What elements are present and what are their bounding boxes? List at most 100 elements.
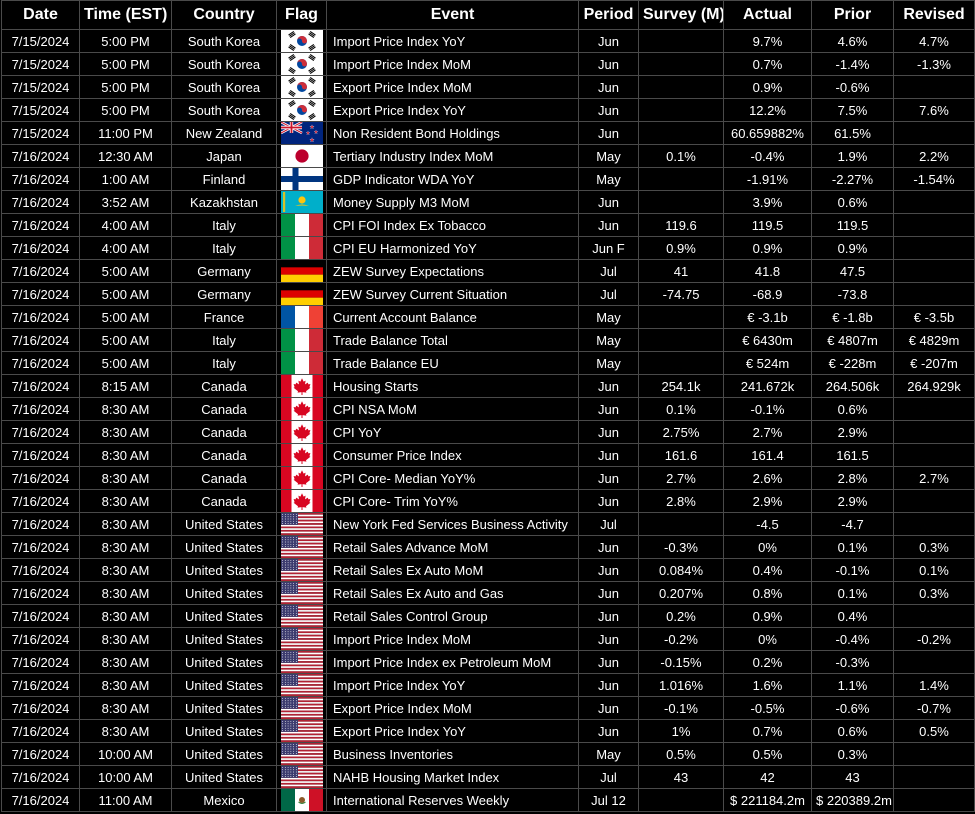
country-cell: France [171, 305, 277, 329]
economic-calendar-table: Date Time (EST) Country Flag Event Perio… [1, 0, 975, 812]
time-cell: 11:00 AM [79, 788, 172, 812]
country-cell: South Korea [171, 98, 277, 122]
us-flag-icon [280, 513, 323, 535]
us-flag-icon [280, 559, 323, 581]
actual-cell: 0.9% [723, 75, 812, 99]
table-row: 7/16/2024 8:15 AM Canada Housing Starts Jun 2… [1, 374, 975, 398]
prior-cell: 61.5% [811, 121, 894, 145]
period-cell: Jun [578, 719, 639, 743]
flag-cell [276, 788, 327, 812]
actual-cell: € -3.1b [723, 305, 812, 329]
flag-cell [276, 558, 327, 582]
actual-cell: 2.9% [723, 489, 812, 513]
period-cell: Jun [578, 535, 639, 559]
survey-cell: 1% [638, 719, 724, 743]
us-flag-icon [280, 697, 323, 719]
actual-cell: -1.91% [723, 167, 812, 191]
event-cell: Import Price Index YoY [326, 673, 579, 697]
prior-cell: 264.506k [811, 374, 894, 398]
prior-cell: -0.3% [811, 650, 894, 674]
time-cell: 5:00 AM [79, 305, 172, 329]
revised-cell: € -3.5b [893, 305, 975, 329]
flag-cell [276, 696, 327, 720]
time-cell: 1:00 AM [79, 167, 172, 191]
mx-flag-icon [280, 789, 323, 811]
revised-cell [893, 512, 975, 536]
actual-cell: € 524m [723, 351, 812, 375]
period-cell: Jun [578, 29, 639, 53]
revised-cell: 4.7% [893, 29, 975, 53]
actual-cell: 0.8% [723, 581, 812, 605]
prior-cell: -0.6% [811, 696, 894, 720]
survey-cell [638, 98, 724, 122]
date-cell: 7/16/2024 [1, 190, 80, 214]
survey-cell: 2.8% [638, 489, 724, 513]
table-row: 7/15/2024 11:00 PM New Zealand Non Resident… [1, 121, 975, 145]
event-cell: ZEW Survey Current Situation [326, 282, 579, 306]
flag-cell [276, 236, 327, 260]
kr-flag-icon [280, 53, 323, 75]
country-cell: Mexico [171, 788, 277, 812]
revised-cell: € 4829m [893, 328, 975, 352]
event-cell: Import Price Index MoM [326, 52, 579, 76]
time-cell: 3:52 AM [79, 190, 172, 214]
country-cell: United States [171, 719, 277, 743]
event-cell: GDP Indicator WDA YoY [326, 167, 579, 191]
prior-cell: 161.5 [811, 443, 894, 467]
it-flag-icon [280, 329, 323, 351]
country-cell: United States [171, 627, 277, 651]
actual-cell: $ 221184.2m [723, 788, 812, 812]
prior-cell: 0.9% [811, 236, 894, 260]
country-cell: Italy [171, 213, 277, 237]
revised-cell: -1.3% [893, 52, 975, 76]
us-flag-icon [280, 628, 323, 650]
period-cell: Jun [578, 604, 639, 628]
us-flag-icon [280, 536, 323, 558]
period-cell: Jul [578, 512, 639, 536]
survey-cell: 119.6 [638, 213, 724, 237]
us-flag-icon [280, 720, 323, 742]
actual-cell: 0.4% [723, 558, 812, 582]
revised-cell: 0.1% [893, 558, 975, 582]
period-cell: Jun [578, 213, 639, 237]
time-cell: 5:00 PM [79, 75, 172, 99]
survey-cell [638, 29, 724, 53]
event-cell: CPI YoY [326, 420, 579, 444]
prior-cell: 0.1% [811, 535, 894, 559]
flag-cell [276, 719, 327, 743]
period-cell: May [578, 328, 639, 352]
period-cell: Jun [578, 489, 639, 513]
table-row: 7/16/2024 8:30 AM United States Retail Sale… [1, 604, 975, 628]
country-cell: Canada [171, 397, 277, 421]
period-cell: Jul 12 [578, 788, 639, 812]
country-cell: Germany [171, 259, 277, 283]
us-flag-icon [280, 766, 323, 788]
date-cell: 7/16/2024 [1, 788, 80, 812]
table-row: 7/16/2024 8:30 AM Canada CPI Core- Trim YoY… [1, 489, 975, 513]
revised-cell [893, 282, 975, 306]
revised-cell: -0.7% [893, 696, 975, 720]
table-row: 7/16/2024 5:00 AM Italy Trade Balance Total… [1, 328, 975, 352]
jp-flag-icon [280, 145, 323, 167]
revised-cell [893, 236, 975, 260]
date-cell: 7/16/2024 [1, 236, 80, 260]
flag-cell [276, 443, 327, 467]
event-cell: Export Price Index MoM [326, 696, 579, 720]
event-cell: Money Supply M3 MoM [326, 190, 579, 214]
country-cell: Canada [171, 489, 277, 513]
period-cell: Jun [578, 650, 639, 674]
time-cell: 8:30 AM [79, 443, 172, 467]
actual-cell: 12.2% [723, 98, 812, 122]
date-cell: 7/16/2024 [1, 650, 80, 674]
revised-cell [893, 765, 975, 789]
survey-cell: 0.2% [638, 604, 724, 628]
period-cell: Jun [578, 443, 639, 467]
survey-cell [638, 788, 724, 812]
revised-cell [893, 190, 975, 214]
actual-cell: 1.6% [723, 673, 812, 697]
time-cell: 5:00 PM [79, 52, 172, 76]
event-cell: Trade Balance Total [326, 328, 579, 352]
event-cell: Export Price Index YoY [326, 719, 579, 743]
date-cell: 7/16/2024 [1, 328, 80, 352]
country-cell: United States [171, 696, 277, 720]
